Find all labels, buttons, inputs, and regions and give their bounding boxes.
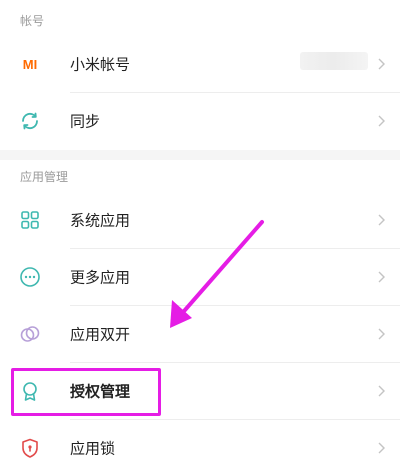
grid-icon	[18, 208, 42, 232]
row-label-mi-account: 小米帐号	[70, 55, 131, 74]
mi-logo-icon: MI	[18, 52, 42, 76]
section-gap	[0, 150, 400, 160]
row-label-sync: 同步	[70, 112, 101, 131]
chevron-right-icon	[378, 115, 385, 127]
row-app-lock[interactable]: 应用锁	[0, 420, 400, 476]
more-dots-icon	[18, 265, 42, 289]
chevron-right-icon	[378, 442, 385, 454]
annotation-highlight-box	[11, 368, 161, 416]
section-title-account: 帐号	[20, 14, 45, 28]
account-value-redacted	[300, 52, 368, 70]
mi-logo-text: MI	[22, 56, 38, 72]
row-label-more-apps: 更多应用	[70, 268, 131, 287]
chevron-right-icon	[378, 214, 385, 226]
section-title-app-management: 应用管理	[20, 170, 69, 184]
row-system-apps[interactable]: 系统应用	[0, 192, 400, 248]
chevron-right-icon	[378, 385, 385, 397]
row-label-app-lock: 应用锁	[70, 439, 116, 458]
row-sync[interactable]: 同步	[0, 93, 400, 149]
row-label-system-apps: 系统应用	[70, 211, 131, 230]
row-dual-apps[interactable]: 应用双开	[0, 306, 400, 362]
chevron-right-icon	[378, 58, 385, 70]
app-lock-icon	[18, 436, 42, 460]
row-label-dual-apps: 应用双开	[70, 325, 131, 344]
chevron-right-icon	[378, 328, 385, 340]
row-more-apps[interactable]: 更多应用	[0, 249, 400, 305]
dual-apps-icon	[18, 322, 42, 346]
sync-icon	[18, 109, 42, 133]
chevron-right-icon	[378, 271, 385, 283]
